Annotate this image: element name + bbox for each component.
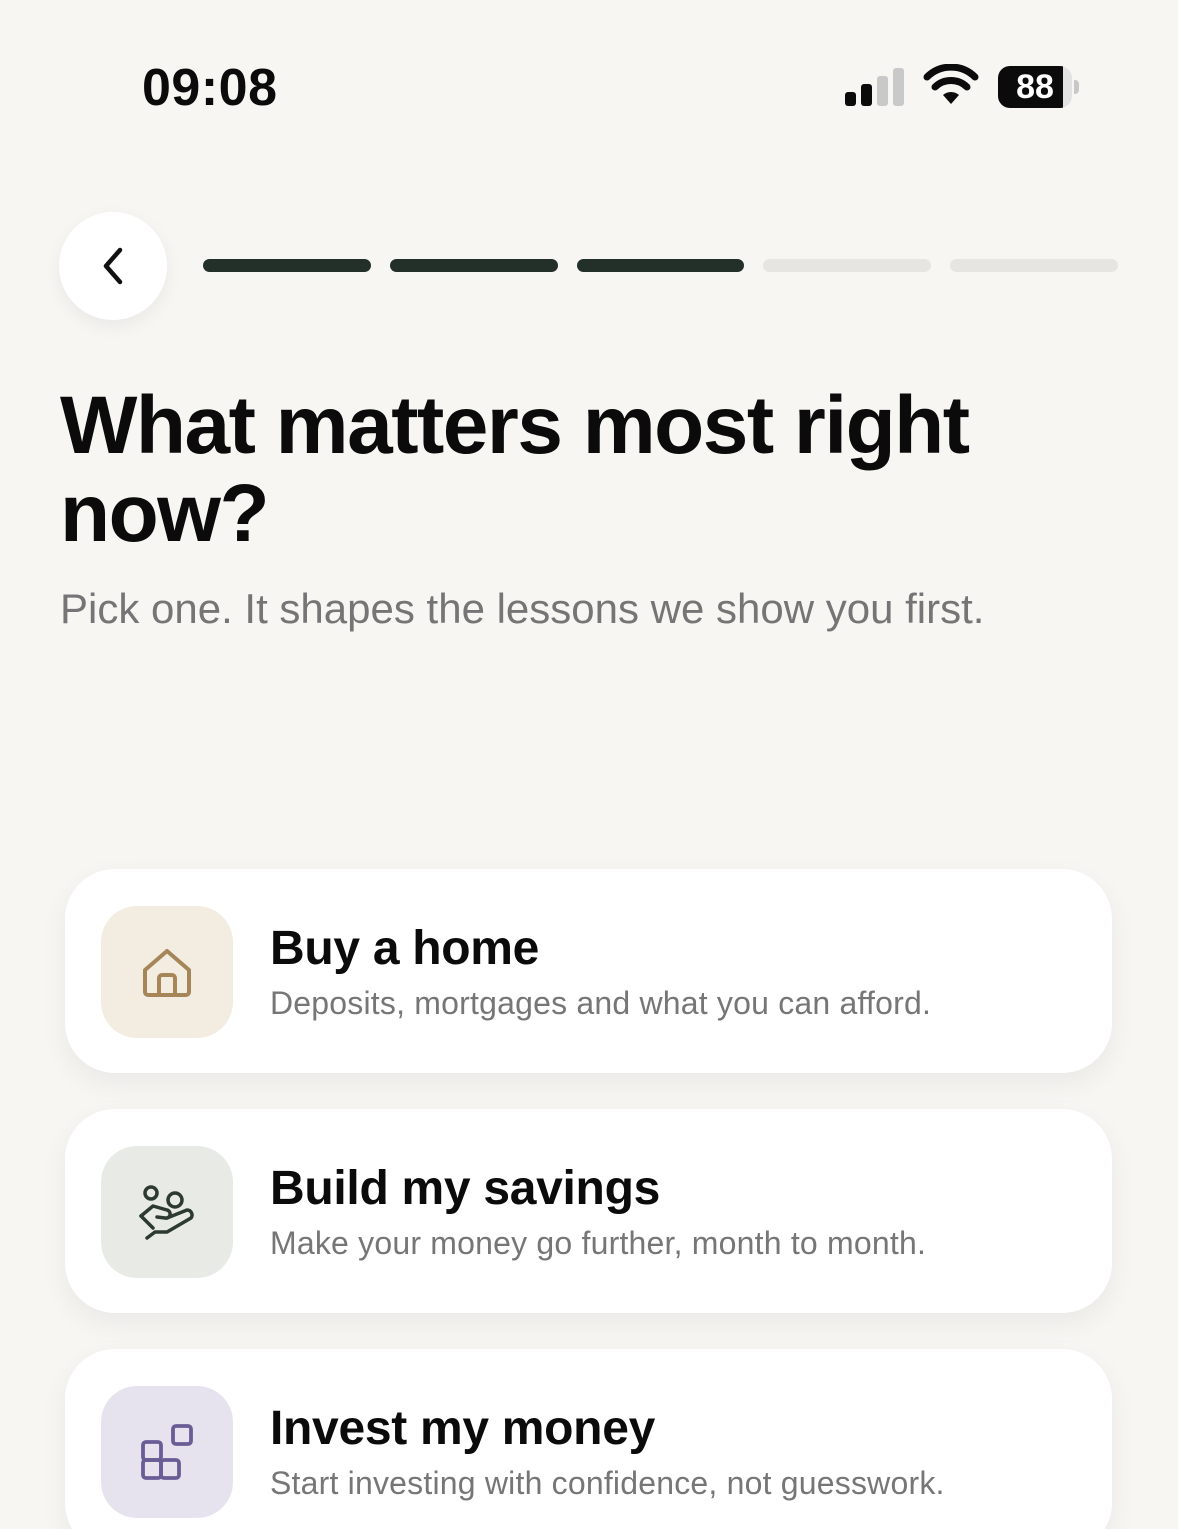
option-icon-tile — [101, 906, 233, 1038]
option-title: Build my savings — [270, 1162, 660, 1215]
page-subtitle: Pick one. It shapes the lessons we show … — [60, 585, 985, 632]
step-progress-bar — [203, 259, 1118, 272]
option-title: Invest my money — [270, 1402, 655, 1455]
battery-indicator: 88 — [998, 66, 1080, 108]
wifi-icon — [923, 64, 979, 104]
option-buy-home[interactable]: Buy a home Deposits, mortgages and what … — [65, 869, 1112, 1073]
progress-step — [389, 259, 558, 272]
option-invest-money[interactable]: Invest my money Start investing with con… — [65, 1349, 1112, 1529]
onboarding-screen: 09:08 88 What matters most right now? Pi… — [0, 0, 1178, 1529]
chevron-left-icon — [103, 247, 123, 285]
page-title: What matters most right now? — [60, 380, 970, 559]
cellular-signal-icon — [845, 68, 905, 106]
hand-coins-icon — [139, 1185, 194, 1240]
option-description: Start investing with confidence, not gue… — [270, 1465, 945, 1501]
progress-step — [203, 259, 371, 272]
back-button[interactable] — [59, 212, 167, 320]
progress-step — [763, 259, 932, 272]
progress-step — [950, 259, 1118, 272]
blocks-icon — [141, 1424, 193, 1480]
progress-step — [576, 259, 745, 272]
status-time: 09:08 — [142, 59, 278, 117]
option-icon-tile — [101, 1386, 233, 1518]
option-description: Make your money go further, month to mon… — [270, 1225, 927, 1261]
battery-percent: 88 — [1016, 67, 1054, 106]
house-icon — [143, 949, 191, 997]
option-build-savings[interactable]: Build my savings Make your money go furt… — [65, 1109, 1112, 1313]
option-icon-tile — [101, 1146, 233, 1278]
option-title: Buy a home — [270, 922, 540, 975]
option-description: Deposits, mortgages and what you can aff… — [270, 985, 932, 1021]
